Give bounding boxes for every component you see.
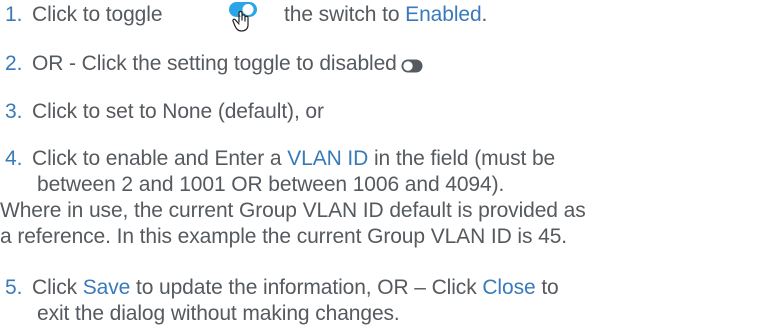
step-1-rest: the switch to Enabled. — [284, 3, 487, 27]
step-1: 1. Click to toggle — [0, 3, 163, 27]
step-number: 3. — [5, 100, 23, 123]
step-4: 4. Click to enable and Enter a VLAN ID in… — [0, 147, 555, 171]
step-4-continuation: between 2 and 1001 OR between 1006 and 4… — [0, 173, 504, 197]
step-number: 2. — [5, 52, 23, 75]
step-1-text-b: the switch to — [284, 3, 400, 26]
note-text-1: Where in use, the current Group VLAN ID … — [0, 199, 586, 222]
step-3: 3. Click to set to None (default), or — [0, 100, 324, 124]
step-4-text-a: Click to enable and Enter a — [32, 147, 282, 170]
note-text-2: a reference. In this example the current… — [0, 225, 568, 248]
step-4-text-b: in the field (must be — [373, 147, 556, 170]
step-5-text-c: to — [541, 276, 559, 299]
step-3-text: Click to set to None (default), or — [32, 100, 324, 123]
enabled-link: Enabled — [405, 3, 482, 26]
toggle-on-icon — [228, 0, 258, 32]
step-1-period: . — [481, 3, 488, 26]
close-link: Close — [482, 276, 536, 299]
step-5-text-b: to update the information, OR – Click — [135, 276, 477, 299]
step-number: 5. — [5, 276, 23, 299]
toggle-off-icon — [401, 55, 423, 73]
step-number: 4. — [5, 147, 23, 170]
vlan-id-link: VLAN ID — [287, 147, 369, 170]
note-line-2: a reference. In this example the current… — [0, 225, 567, 249]
save-link: Save — [82, 276, 131, 299]
step-1-text-a: Click to toggle — [32, 3, 163, 26]
step-5-text-d: exit the dialog without making changes. — [37, 302, 400, 325]
note-line-1: Where in use, the current Group VLAN ID … — [0, 199, 586, 223]
step-2: 2. OR - Click the setting toggle to disab… — [0, 52, 423, 76]
step-5-text-a: Click — [32, 276, 77, 299]
step-2-text: OR - Click the setting toggle to disable… — [32, 52, 397, 75]
step-4-text-c: between 2 and 1001 OR between 1006 and 4… — [37, 173, 505, 196]
step-number: 1. — [5, 3, 23, 26]
instruction-document: 1. Click to toggle the switch to Enabled.… — [0, 0, 765, 329]
step-5: 5. Click Save to update the information, … — [0, 276, 559, 300]
step-5-continuation: exit the dialog without making changes. — [0, 302, 400, 326]
